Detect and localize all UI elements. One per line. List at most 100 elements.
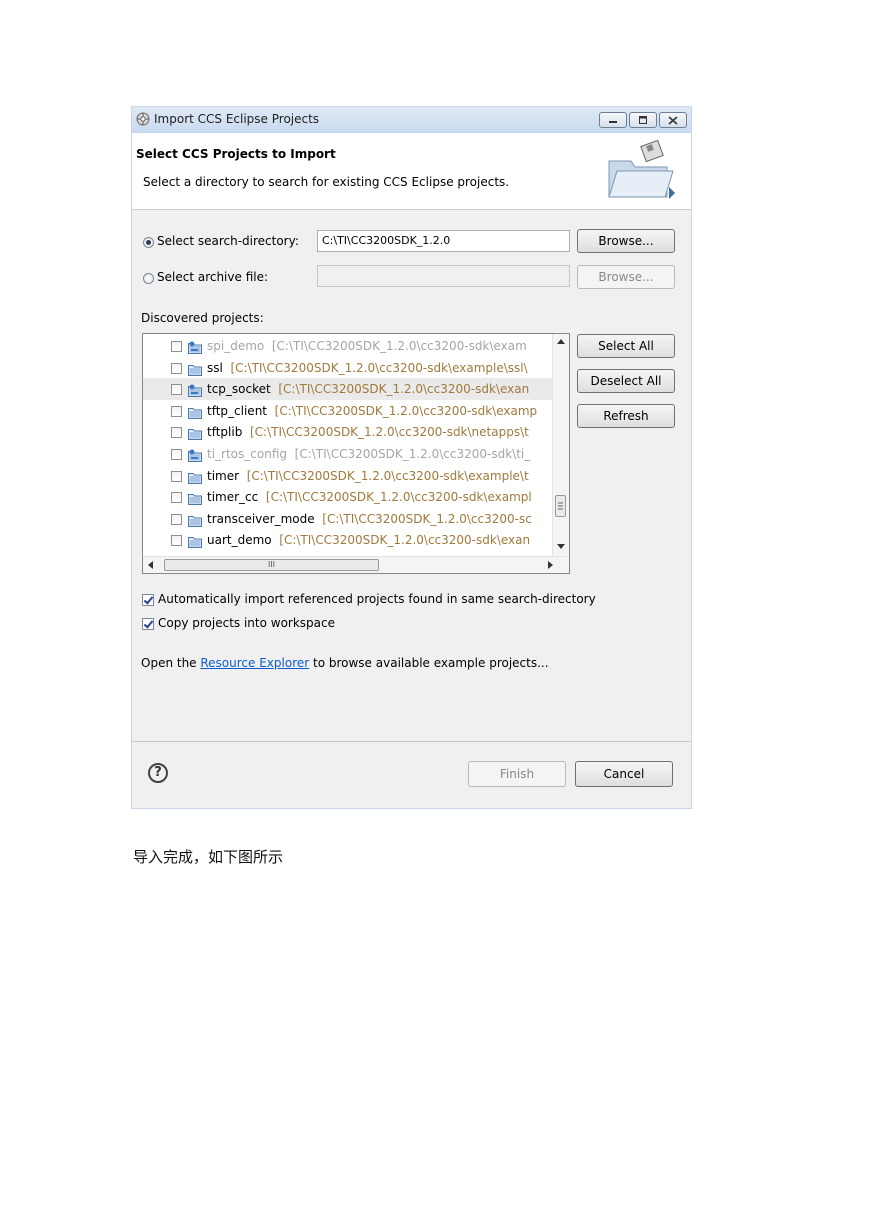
project-name: uart_demo xyxy=(207,533,272,548)
project-icon xyxy=(188,447,202,462)
grip-icon xyxy=(558,502,563,510)
project-name: timer_cc xyxy=(207,490,259,505)
project-checkbox[interactable] xyxy=(171,535,182,547)
project-path: [C:\TI\CC3200SDK_1.2.0\cc3200-sdk\ti_ xyxy=(294,447,531,461)
archive-file-radio[interactable] xyxy=(143,273,154,284)
resource-prefix: Open the xyxy=(141,656,201,670)
project-row-timer-cc[interactable]: timer_cc [C:\TI\CC3200SDK_1.2.0\cc3200-s… xyxy=(143,486,553,508)
archive-file-input[interactable] xyxy=(317,265,570,287)
project-entry: tftp_client [C:\TI\CC3200SDK_1.2.0\cc320… xyxy=(207,400,537,422)
copy-projects-label: Copy projects into workspace xyxy=(158,616,336,630)
project-checkbox[interactable] xyxy=(171,362,182,374)
maximize-button[interactable] xyxy=(629,112,657,128)
scroll-left-icon[interactable] xyxy=(147,561,153,569)
project-checkbox[interactable] xyxy=(171,513,182,525)
resource-explorer-link[interactable]: Resource Explorer xyxy=(200,656,309,670)
project-row-tftp-client[interactable]: tftp_client [C:\TI\CC3200SDK_1.2.0\cc320… xyxy=(143,400,553,422)
project-name: tftplib xyxy=(207,425,243,440)
vertical-scroll-thumb[interactable] xyxy=(555,495,566,517)
folder-icon xyxy=(188,361,202,376)
project-path: [C:\TI\CC3200SDK_1.2.0\cc3200-sdk\exan xyxy=(279,533,531,548)
project-path: [C:\TI\CC3200SDK_1.2.0\cc3200-sc xyxy=(322,511,532,526)
project-entry: ti_rtos_config [C:\TI\CC3200SDK_1.2.0\cc… xyxy=(207,443,530,465)
close-button[interactable] xyxy=(659,112,687,128)
project-checkbox[interactable] xyxy=(171,384,182,396)
folder-icon xyxy=(188,404,202,419)
horizontal-scrollbar[interactable]: III xyxy=(143,556,569,573)
folder-icon xyxy=(188,425,202,441)
project-row-spi-demo[interactable]: spi_demo [C:\TI\CC3200SDK_1.2.0\cc3200-s… xyxy=(143,335,553,357)
project-checkbox[interactable] xyxy=(171,427,182,439)
project-path: [C:\TI\CC3200SDK_1.2.0\cc3200-sdk\netapp… xyxy=(249,425,529,440)
project-icon xyxy=(188,339,202,354)
project-checkbox[interactable] xyxy=(171,449,182,460)
horizontal-scroll-thumb[interactable]: III xyxy=(164,559,379,571)
archive-file-label: Select archive file: xyxy=(157,270,269,284)
project-row-transceiver-mode[interactable]: transceiver_mode [C:\TI\CC3200SDK_1.2.0\… xyxy=(143,508,553,530)
project-checkbox[interactable] xyxy=(171,405,182,417)
wizard-header: Select CCS Projects to Import Select a d… xyxy=(132,133,691,210)
minimize-icon xyxy=(609,121,617,123)
copy-projects-checkbox[interactable] xyxy=(142,618,154,630)
project-entry: tcp_socket [C:\TI\CC3200SDK_1.2.0\cc3200… xyxy=(207,378,529,400)
project-path: [C:\TI\CC3200SDK_1.2.0\cc3200-sdk\exampl… xyxy=(246,468,529,483)
project-entry: spi_demo [C:\TI\CC3200SDK_1.2.0\cc3200-s… xyxy=(207,335,527,357)
cancel-button[interactable]: Cancel xyxy=(575,761,673,787)
project-row-timer[interactable]: timer [C:\TI\CC3200SDK_1.2.0\cc3200-sdk\… xyxy=(143,465,553,487)
folder-icon xyxy=(188,469,202,484)
refresh-button[interactable]: Refresh xyxy=(577,404,675,428)
footer-separator xyxy=(132,741,691,742)
project-checkbox[interactable] xyxy=(171,470,182,482)
project-checkbox[interactable] xyxy=(171,492,182,504)
minimize-button[interactable] xyxy=(599,112,627,128)
scroll-up-icon[interactable] xyxy=(557,338,565,344)
project-name: ti_rtos_config xyxy=(207,447,287,461)
close-icon xyxy=(668,115,678,125)
project-entry: timer_cc [C:\TI\CC3200SDK_1.2.0\cc3200-s… xyxy=(207,486,532,508)
caption-text: 导入完成，如下图所示 xyxy=(133,848,284,866)
project-entry: tftplib [C:\TI\CC3200SDK_1.2.0\cc3200-sd… xyxy=(207,421,529,443)
project-entry: transceiver_mode [C:\TI\CC3200SDK_1.2.0\… xyxy=(207,508,532,530)
folder-icon xyxy=(188,512,202,527)
project-checkbox[interactable] xyxy=(171,341,182,352)
discovered-projects-label: Discovered projects: xyxy=(141,311,264,325)
project-name: timer xyxy=(207,468,240,483)
project-path: [C:\TI\CC3200SDK_1.2.0\cc3200-sdk\exam xyxy=(271,339,527,353)
page-title: Select CCS Projects to Import xyxy=(136,147,336,161)
maximize-icon xyxy=(639,116,647,124)
browse-archive-button[interactable]: Browse... xyxy=(577,265,675,289)
project-row-ti-rtos-config[interactable]: ti_rtos_config [C:\TI\CC3200SDK_1.2.0\cc… xyxy=(143,443,553,465)
finish-button[interactable]: Finish xyxy=(468,761,566,787)
title-bar[interactable]: Import CCS Eclipse Projects xyxy=(132,107,691,133)
folder-icon xyxy=(188,533,202,549)
project-name: tcp_socket xyxy=(207,382,271,397)
select-all-button[interactable]: Select All xyxy=(577,334,675,358)
scroll-right-icon[interactable] xyxy=(548,561,554,569)
help-button[interactable]: ? xyxy=(148,763,168,783)
project-name: transceiver_mode xyxy=(207,511,315,526)
project-entry: ssl [C:\TI\CC3200SDK_1.2.0\cc3200-sdk\ex… xyxy=(207,357,528,379)
resource-suffix: to browse available example projects... xyxy=(309,656,549,670)
scroll-down-icon[interactable] xyxy=(557,544,565,550)
project-path: [C:\TI\CC3200SDK_1.2.0\cc3200-sdk\exan xyxy=(278,382,530,397)
search-directory-label: Select search-directory: xyxy=(157,234,299,248)
window-title: Import CCS Eclipse Projects xyxy=(154,112,320,126)
page-description: Select a directory to search for existin… xyxy=(143,175,510,189)
browse-directory-button[interactable]: Browse... xyxy=(577,229,675,253)
import-dialog: Import CCS Eclipse Projects Select CCS P… xyxy=(131,106,692,809)
search-directory-input[interactable]: C:\TI\CC3200SDK_1.2.0 xyxy=(317,230,570,252)
project-row-tcp-socket[interactable]: tcp_socket [C:\TI\CC3200SDK_1.2.0\cc3200… xyxy=(143,378,553,401)
auto-import-label: Automatically import referenced projects… xyxy=(158,592,596,606)
project-path: [C:\TI\CC3200SDK_1.2.0\cc3200-sdk\exampl xyxy=(265,490,532,505)
project-row-uart-demo[interactable]: uart_demo [C:\TI\CC3200SDK_1.2.0\cc3200-… xyxy=(143,529,553,551)
search-directory-radio[interactable] xyxy=(143,237,154,248)
project-name: tftp_client xyxy=(207,403,267,418)
deselect-all-button[interactable]: Deselect All xyxy=(577,369,675,393)
resource-explorer-text: Open the Resource Explorer to browse ava… xyxy=(141,656,549,670)
project-row-ssl[interactable]: ssl [C:\TI\CC3200SDK_1.2.0\cc3200-sdk\ex… xyxy=(143,357,553,379)
project-row-tftplib[interactable]: tftplib [C:\TI\CC3200SDK_1.2.0\cc3200-sd… xyxy=(143,421,553,443)
project-entry: uart_demo [C:\TI\CC3200SDK_1.2.0\cc3200-… xyxy=(207,529,530,551)
vertical-scrollbar[interactable] xyxy=(552,334,569,556)
auto-import-checkbox[interactable] xyxy=(142,594,154,606)
projects-tree[interactable]: spi_demo [C:\TI\CC3200SDK_1.2.0\cc3200-s… xyxy=(142,333,570,574)
